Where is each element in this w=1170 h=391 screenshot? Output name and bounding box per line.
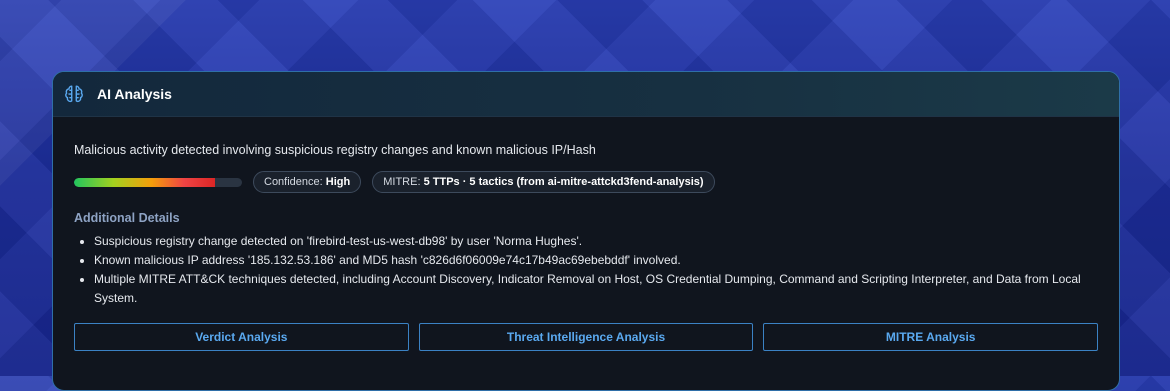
confidence-value: High xyxy=(325,176,351,188)
list-item: Multiple MITRE ATT&CK techniques detecte… xyxy=(94,270,1098,308)
verdict-analysis-button[interactable]: Verdict Analysis xyxy=(74,323,409,351)
details-list: Suspicious registry change detected on '… xyxy=(74,232,1098,308)
ai-analysis-card: AI Analysis Malicious activity detected … xyxy=(52,71,1120,391)
mitre-badge: MITRE: 5 TTPs · 5 tactics (from ai-mitre… xyxy=(372,171,715,193)
mitre-label: MITRE: xyxy=(383,176,421,188)
analysis-summary: Malicious activity detected involving su… xyxy=(74,143,596,157)
confidence-badge: Confidence: High xyxy=(253,171,362,193)
card-body: Malicious activity detected involving su… xyxy=(53,117,1119,351)
mitre-analysis-button[interactable]: MITRE Analysis xyxy=(763,323,1099,351)
brain-icon xyxy=(63,83,85,105)
confidence-bar xyxy=(74,177,242,187)
mitre-value: 5 TTPs · 5 tactics (from ai-mitre-attckd… xyxy=(423,176,704,188)
card-header: AI Analysis xyxy=(53,72,1119,117)
card-title: AI Analysis xyxy=(97,86,172,102)
threat-intelligence-analysis-button[interactable]: Threat Intelligence Analysis xyxy=(418,323,754,351)
list-item: Known malicious IP address '185.132.53.1… xyxy=(94,251,1098,270)
list-item: Suspicious registry change detected on '… xyxy=(94,232,1098,251)
analysis-buttons: Verdict Analysis Threat Intelligence Ana… xyxy=(74,323,1099,351)
confidence-bar-fill xyxy=(74,177,216,187)
meta-row: Confidence: High MITRE: 5 TTPs · 5 tacti… xyxy=(74,171,1098,193)
additional-details-title: Additional Details xyxy=(74,211,180,225)
confidence-label: Confidence: xyxy=(264,176,323,188)
